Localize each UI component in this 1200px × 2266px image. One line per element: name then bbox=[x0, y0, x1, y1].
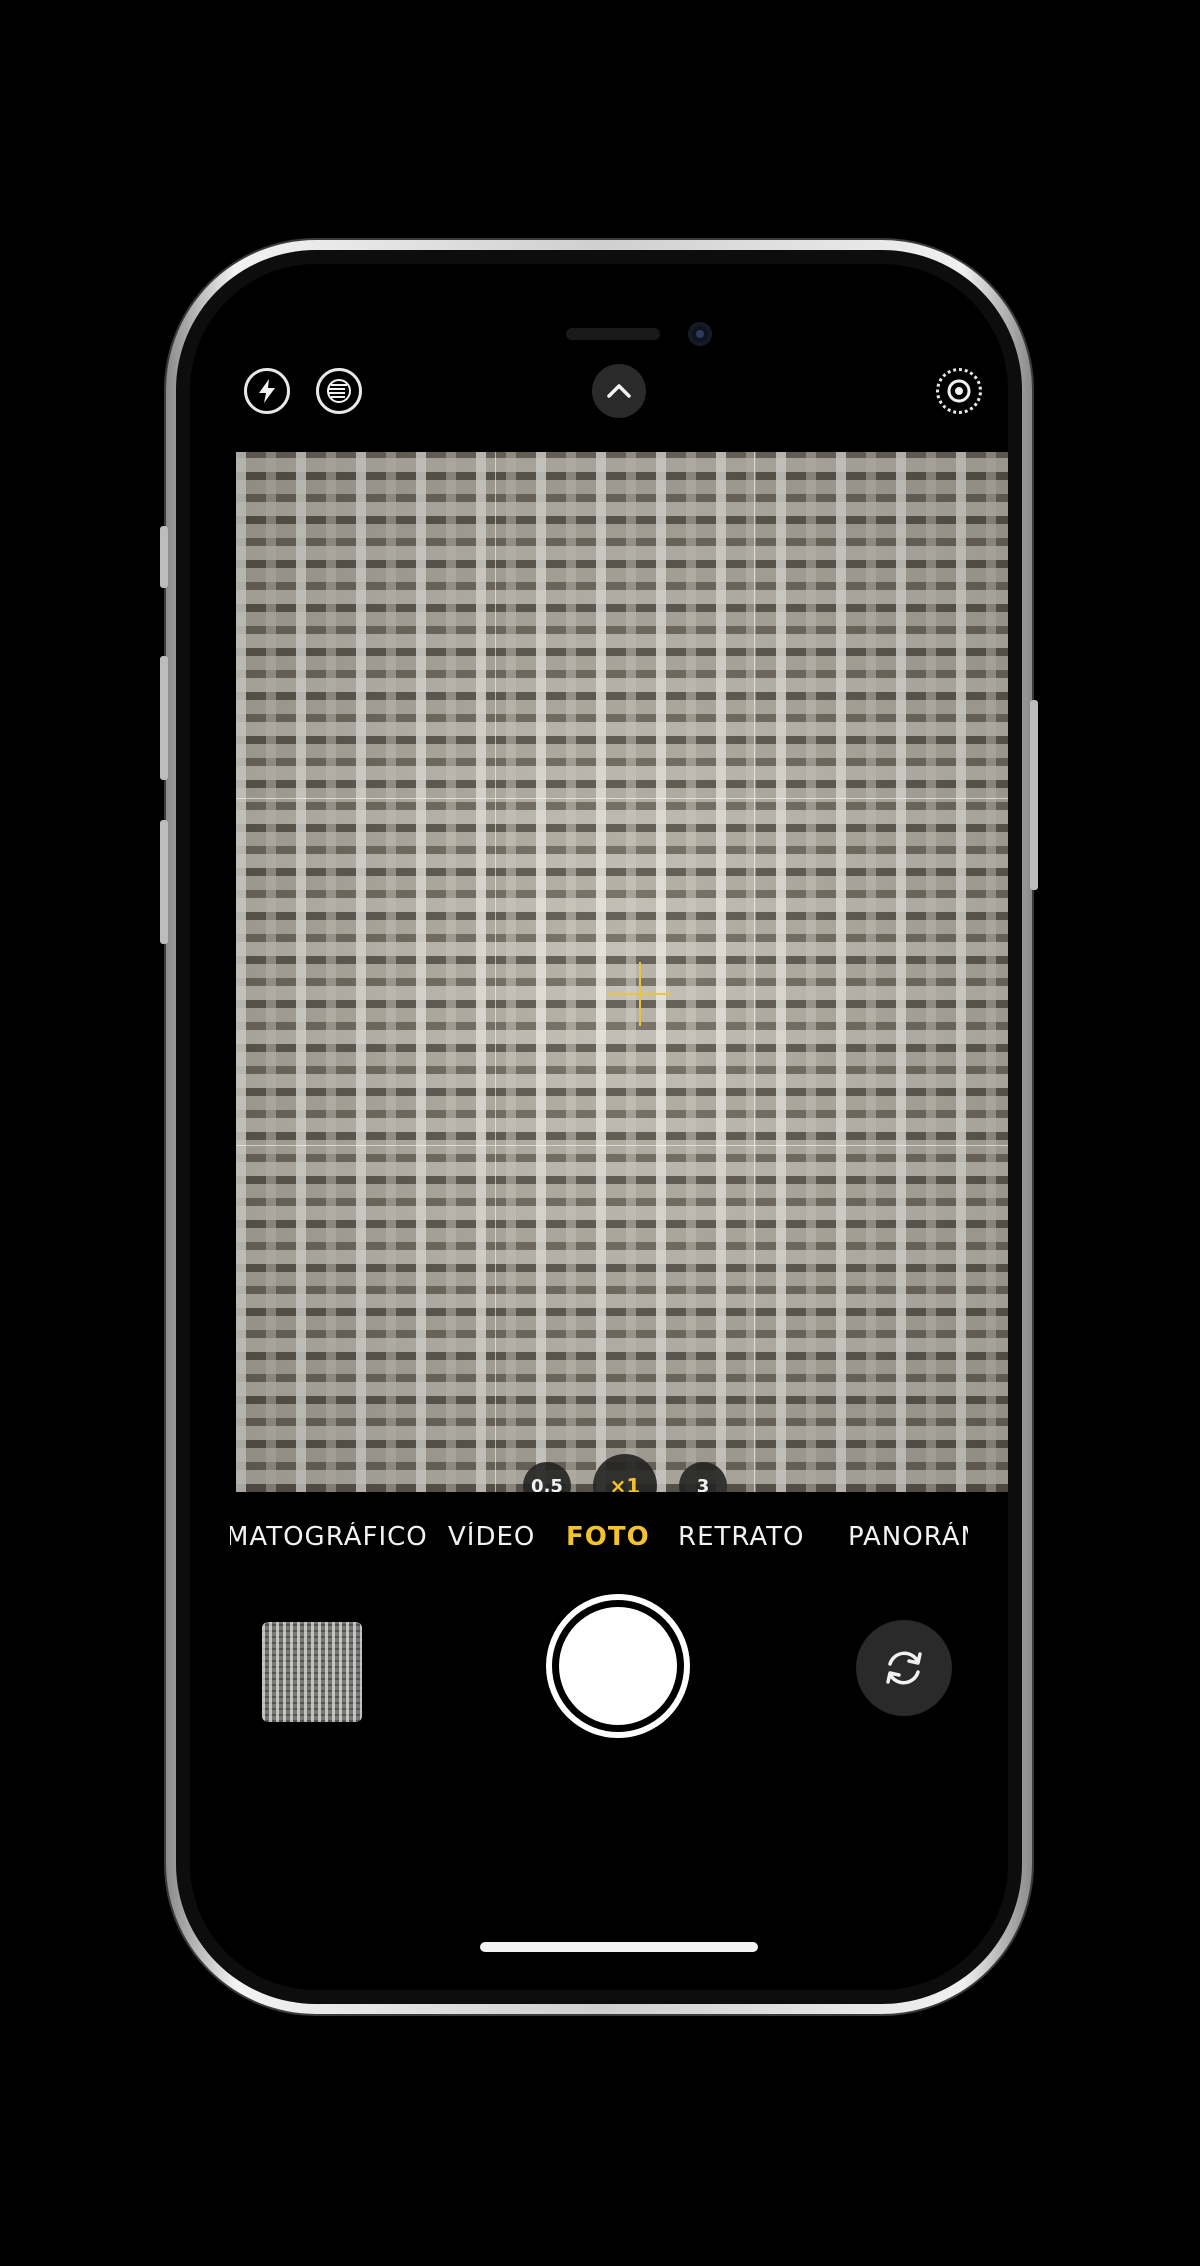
zoom-0-5-button[interactable]: 0,5 bbox=[523, 1462, 571, 1492]
grid-line bbox=[236, 798, 1008, 799]
phone-bezel: 0,5 ×1 3 MATOGRÁFICO VÍDEO FOTO RETRATO … bbox=[176, 250, 1022, 2004]
flash-icon[interactable] bbox=[244, 368, 290, 414]
mode-cinematic[interactable]: MATOGRÁFICO bbox=[230, 1522, 428, 1552]
earpiece-speaker bbox=[566, 328, 660, 340]
power-button bbox=[1030, 700, 1038, 890]
mode-photo[interactable]: FOTO bbox=[566, 1522, 650, 1552]
zoom-1x-button[interactable]: ×1 bbox=[593, 1454, 657, 1492]
mute-switch bbox=[160, 526, 168, 588]
home-indicator[interactable] bbox=[480, 1942, 758, 1952]
volume-down-button bbox=[160, 820, 168, 944]
front-camera bbox=[688, 322, 712, 346]
viewfinder[interactable]: 0,5 ×1 3 bbox=[236, 452, 1008, 1492]
grid-line bbox=[495, 452, 496, 1492]
focus-crosshair-v bbox=[639, 962, 641, 1026]
last-photo-thumbnail[interactable] bbox=[262, 1622, 362, 1722]
volume-up-button bbox=[160, 656, 168, 780]
zoom-selector: 0,5 ×1 3 bbox=[236, 1452, 1008, 1492]
chevron-up-icon[interactable] bbox=[592, 364, 646, 418]
grid-line bbox=[754, 452, 755, 1492]
mode-portrait[interactable]: RETRATO bbox=[678, 1522, 805, 1552]
mode-panorama[interactable]: PANORÁMIC bbox=[848, 1522, 968, 1552]
phone-frame: 0,5 ×1 3 MATOGRÁFICO VÍDEO FOTO RETRATO … bbox=[160, 240, 1038, 2014]
live-target-icon[interactable] bbox=[936, 368, 982, 414]
zoom-3-button[interactable]: 3 bbox=[679, 1462, 727, 1492]
camera-screen: 0,5 ×1 3 MATOGRÁFICO VÍDEO FOTO RETRATO … bbox=[190, 264, 1008, 1990]
camera-flip-button[interactable] bbox=[856, 1620, 952, 1716]
camera-flip-icon bbox=[886, 1651, 922, 1685]
shutter-button[interactable] bbox=[546, 1594, 690, 1738]
mode-video[interactable]: VÍDEO bbox=[448, 1522, 535, 1552]
grid-line bbox=[236, 1145, 1008, 1146]
focus-crosshair bbox=[608, 962, 672, 1026]
live-photo-icon[interactable] bbox=[316, 368, 362, 414]
mode-selector: MATOGRÁFICO VÍDEO FOTO RETRATO PANORÁMIC bbox=[230, 1522, 968, 1562]
